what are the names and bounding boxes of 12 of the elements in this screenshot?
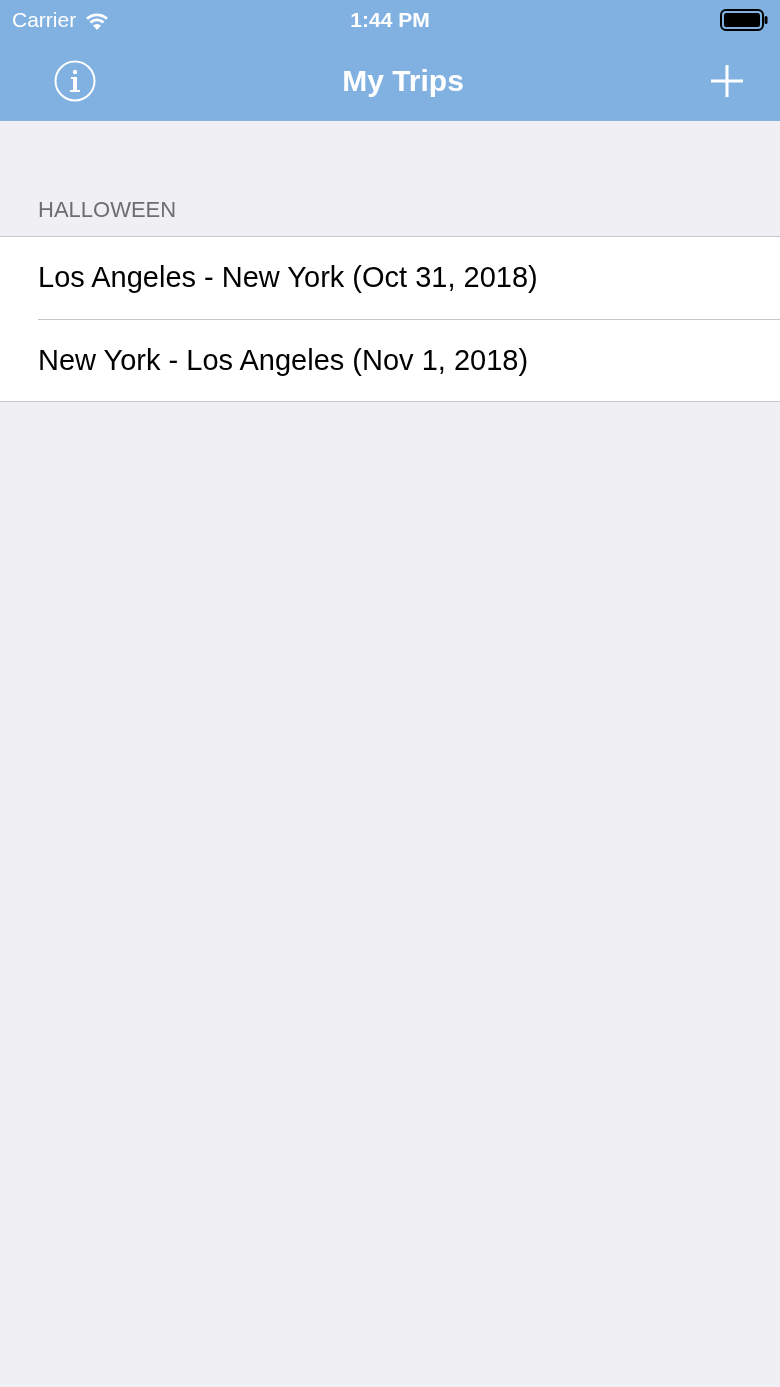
add-icon [710,63,744,98]
status-time: 1:44 PM [350,7,430,34]
section-header: HALLOWEEN [38,197,177,222]
add-button[interactable] [710,63,744,98]
carrier-name: Carrier [12,7,77,34]
wifi-icon [84,10,111,30]
info-button[interactable] [54,59,96,102]
battery-icon [720,9,768,31]
nav-title: My Trips [342,63,464,99]
trip-row[interactable]: Los Angeles - New York (Oct 31, 2018) [38,237,780,319]
info-icon [54,59,96,102]
trip-row[interactable]: New York - Los Angeles (Nov 1, 2018) [38,319,780,401]
